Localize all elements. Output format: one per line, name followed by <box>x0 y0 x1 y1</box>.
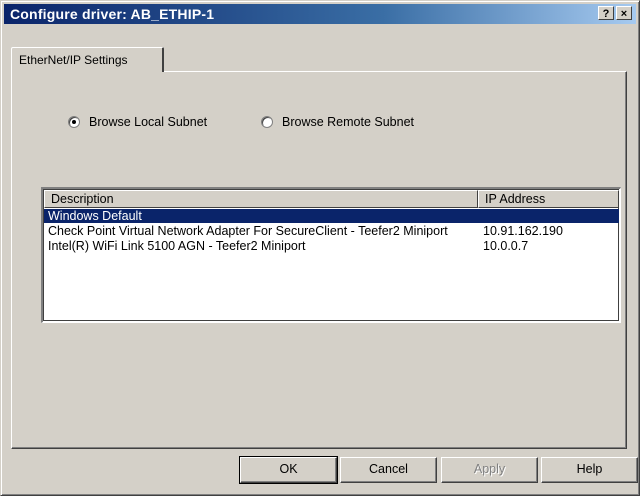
cancel-button[interactable]: Cancel <box>340 457 437 483</box>
list-header: Description IP Address <box>44 190 619 208</box>
list-item[interactable]: Intel(R) WiFi Link 5100 AGN - Teefer2 Mi… <box>44 239 619 253</box>
radio-unchecked-icon[interactable] <box>261 116 273 128</box>
radio-label-local: Browse Local Subnet <box>89 115 208 129</box>
radio-browse-local-subnet[interactable]: Browse Local Subnet <box>68 115 207 129</box>
configure-driver-dialog: Configure driver: AB_ETHIP-1 ? × EtherNe… <box>0 0 640 496</box>
column-header-description[interactable]: Description <box>44 190 478 208</box>
close-title-button[interactable]: × <box>616 6 632 20</box>
title-bar[interactable]: Configure driver: AB_ETHIP-1 ? × <box>4 4 636 24</box>
help-button[interactable]: Help <box>541 457 638 483</box>
list-item[interactable]: Windows Default <box>44 209 619 223</box>
list-item-ip: 10.0.0.7 <box>483 239 529 253</box>
adapter-list[interactable]: Description IP Address Windows Default C… <box>41 187 621 323</box>
list-item-description: Intel(R) WiFi Link 5100 AGN - Teefer2 Mi… <box>48 239 306 253</box>
tab-ethernet-ip-settings[interactable]: EtherNet/IP Settings <box>11 47 164 72</box>
radio-browse-remote-subnet[interactable]: Browse Remote Subnet <box>261 115 414 129</box>
ok-button[interactable]: OK <box>239 456 338 484</box>
list-item-description: Windows Default <box>48 209 142 223</box>
column-header-ip-address[interactable]: IP Address <box>478 190 619 208</box>
window-title: Configure driver: AB_ETHIP-1 <box>10 6 215 22</box>
list-item-ip: 10.91.162.190 <box>483 224 563 238</box>
list-item[interactable]: Check Point Virtual Network Adapter For … <box>44 224 619 238</box>
apply-button: Apply <box>441 457 538 483</box>
help-title-button[interactable]: ? <box>598 6 614 20</box>
tab-label: EtherNet/IP Settings <box>19 53 128 67</box>
list-item-description: Check Point Virtual Network Adapter For … <box>48 224 448 238</box>
radio-label-remote: Browse Remote Subnet <box>282 115 415 129</box>
radio-checked-icon[interactable] <box>68 116 80 128</box>
